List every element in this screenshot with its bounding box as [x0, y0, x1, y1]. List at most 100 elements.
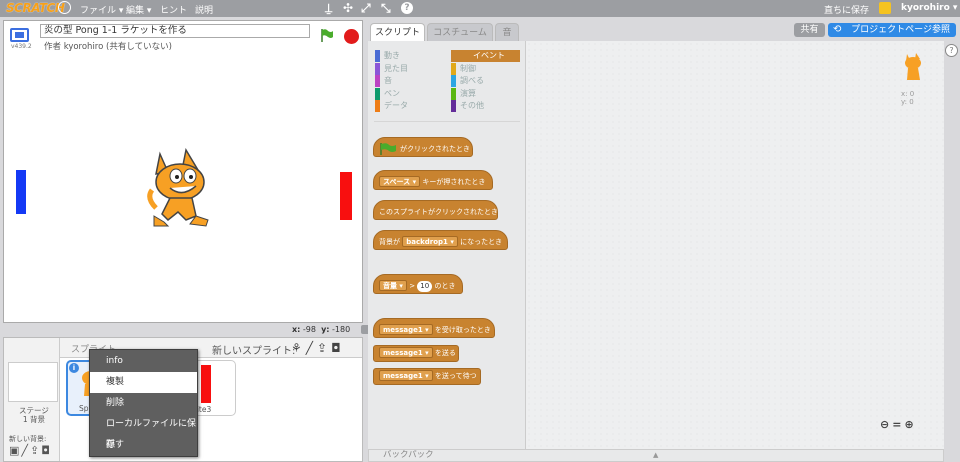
scripts-area[interactable]: [526, 41, 944, 449]
expand-backpack-icon[interactable]: ▲: [653, 450, 658, 461]
presentation-mode-icon[interactable]: [10, 28, 29, 42]
category-color-swatch: [451, 75, 456, 87]
backdrop-paint-icon[interactable]: ╱: [21, 444, 30, 457]
save-now-link[interactable]: 直ちに保存: [824, 3, 869, 16]
sprite-library-icon[interactable]: ⚘: [291, 341, 306, 355]
category-color-swatch: [375, 100, 380, 112]
block-when-key-pressed[interactable]: スペース ▾ キーが押されたとき: [373, 170, 493, 190]
zoom-in-icon[interactable]: ⊕: [904, 418, 916, 431]
mouse-coordinates: x: -98 y: -180: [292, 325, 351, 334]
tips-help-icon[interactable]: ?: [945, 44, 958, 57]
category-7[interactable]: 調べる: [451, 75, 484, 87]
globe-icon[interactable]: [58, 1, 71, 14]
tab-costumes[interactable]: コスチューム: [427, 23, 493, 42]
new-backdrop-buttons: ▣╱⇪◘: [9, 444, 52, 457]
block-when-sprite-clicked[interactable]: このスプライトがクリックされたとき: [373, 200, 498, 220]
stage-label: ステージ 1 背景: [19, 406, 49, 424]
username-menu[interactable]: kyorohiro ▾: [901, 3, 957, 13]
category-color-swatch: [375, 75, 380, 87]
sprite-context-menu: info 複製 削除 ローカルファイルに保存 隠す: [89, 349, 198, 457]
stop-icon[interactable]: [344, 29, 359, 44]
left-paddle-sprite[interactable]: [16, 170, 26, 214]
block-when-backdrop-switches[interactable]: 背景が backdrop1 ▾ になったとき: [373, 230, 508, 250]
volume-value-input[interactable]: 10: [417, 281, 433, 292]
block-flag-icon: [380, 143, 396, 155]
category-9[interactable]: その他: [451, 100, 484, 112]
category-1[interactable]: 見た目: [375, 62, 408, 75]
menu-item-save-local[interactable]: ローカルファイルに保存: [90, 414, 197, 450]
zoom-out-icon[interactable]: ⊖: [880, 418, 892, 431]
category-label: 制御: [460, 63, 476, 73]
duplicate-stamp-icon[interactable]: ⍊: [325, 1, 332, 15]
category-label: 動き: [384, 51, 400, 60]
sprite3-thumb: [201, 365, 211, 403]
block-when-volume-greater[interactable]: 音量 ▾ > 10 のとき: [373, 274, 463, 294]
backpack-bar[interactable]: バックパック ▲: [368, 449, 944, 462]
block-when-flag-clicked[interactable]: がクリックされたとき: [373, 137, 473, 157]
category-8[interactable]: 演算: [451, 87, 476, 100]
block-when-receive[interactable]: message1 ▾ を受け取ったとき: [373, 318, 495, 338]
refresh-arrows-icon: ⟲: [833, 24, 842, 35]
menu-item-hide[interactable]: 隠す: [90, 435, 197, 456]
right-paddle-sprite[interactable]: [340, 172, 352, 220]
tab-scripts[interactable]: スクリプト: [370, 23, 425, 42]
backdrop-dropdown[interactable]: backdrop1 ▾: [402, 236, 458, 247]
receive-message-dropdown[interactable]: message1 ▾: [379, 324, 433, 335]
menu-item-duplicate[interactable]: 複製: [90, 372, 197, 393]
category-label: イベント: [473, 51, 505, 60]
scratch-logo[interactable]: SCRATCH: [6, 1, 65, 15]
block-broadcast[interactable]: message1 ▾ を送る: [373, 345, 459, 362]
key-dropdown[interactable]: スペース ▾: [379, 176, 421, 187]
grow-icon[interactable]: ⤢: [361, 1, 371, 15]
cat-sprite[interactable]: [146, 148, 216, 228]
category-4[interactable]: データ: [375, 100, 408, 112]
project-title-input[interactable]: 炎の型 Pong 1-1 ラケットを作る: [40, 24, 310, 38]
category-color-swatch: [451, 50, 456, 62]
menu-item-delete[interactable]: 削除: [90, 393, 197, 414]
backdrop-library-icon[interactable]: ▣: [9, 444, 21, 457]
user-avatar[interactable]: [879, 2, 891, 14]
category-6[interactable]: 制御: [451, 62, 476, 75]
category-label: 調べる: [460, 76, 484, 85]
menu-file[interactable]: ファイル ▾: [80, 3, 123, 16]
new-sprite-buttons: ⚘╱⇪◘: [291, 341, 345, 355]
info-icon[interactable]: i: [69, 363, 79, 373]
help-icon[interactable]: ?: [401, 2, 413, 14]
delete-scissors-icon[interactable]: ✣: [343, 1, 353, 15]
tab-sounds[interactable]: 音: [495, 23, 519, 42]
category-5[interactable]: イベント: [451, 50, 520, 62]
category-color-swatch: [451, 100, 456, 112]
category-3[interactable]: ペン: [375, 87, 400, 100]
mouse-x: -98: [302, 325, 316, 334]
category-label: ペン: [384, 88, 400, 98]
paint-brush-icon[interactable]: ╱: [306, 341, 317, 355]
block-broadcast-and-wait[interactable]: message1 ▾ を送って待つ: [373, 368, 481, 385]
camera-icon[interactable]: ◘: [331, 341, 345, 355]
category-label: その他: [460, 101, 484, 110]
green-flag-icon[interactable]: [320, 28, 334, 42]
zoom-reset-icon[interactable]: =: [892, 418, 904, 431]
broadcast-message-dropdown[interactable]: message1 ▾: [379, 347, 433, 358]
category-0[interactable]: 動き: [375, 50, 400, 62]
palette-divider: [374, 121, 520, 122]
menu-about[interactable]: 説明: [195, 3, 213, 16]
volume-dropdown[interactable]: 音量 ▾: [379, 280, 407, 291]
menu-item-info[interactable]: info: [90, 351, 197, 372]
mouse-y: -180: [332, 325, 351, 334]
broadcast-wait-message-dropdown[interactable]: message1 ▾: [379, 370, 433, 381]
menu-edit[interactable]: 編集 ▾: [126, 3, 151, 16]
backdrop-camera-icon[interactable]: ◘: [41, 444, 52, 457]
see-project-page-button[interactable]: ⟲ プロジェクトページ参照: [828, 23, 956, 37]
share-button[interactable]: 共有: [794, 23, 825, 37]
version-label: v439.2: [11, 43, 32, 50]
new-sprite-label: 新しいスプライト:: [212, 346, 296, 357]
new-backdrop-label: 新しい背景:: [9, 435, 47, 443]
stage-thumbnail[interactable]: [8, 362, 58, 402]
category-color-swatch: [375, 87, 380, 100]
upload-icon[interactable]: ⇪: [317, 341, 331, 355]
shrink-icon[interactable]: ⤡: [381, 1, 391, 15]
category-label: データ: [384, 101, 408, 110]
category-2[interactable]: 音: [375, 75, 392, 87]
backdrop-upload-icon[interactable]: ⇪: [30, 444, 41, 457]
menu-tips[interactable]: ヒント: [160, 3, 187, 16]
